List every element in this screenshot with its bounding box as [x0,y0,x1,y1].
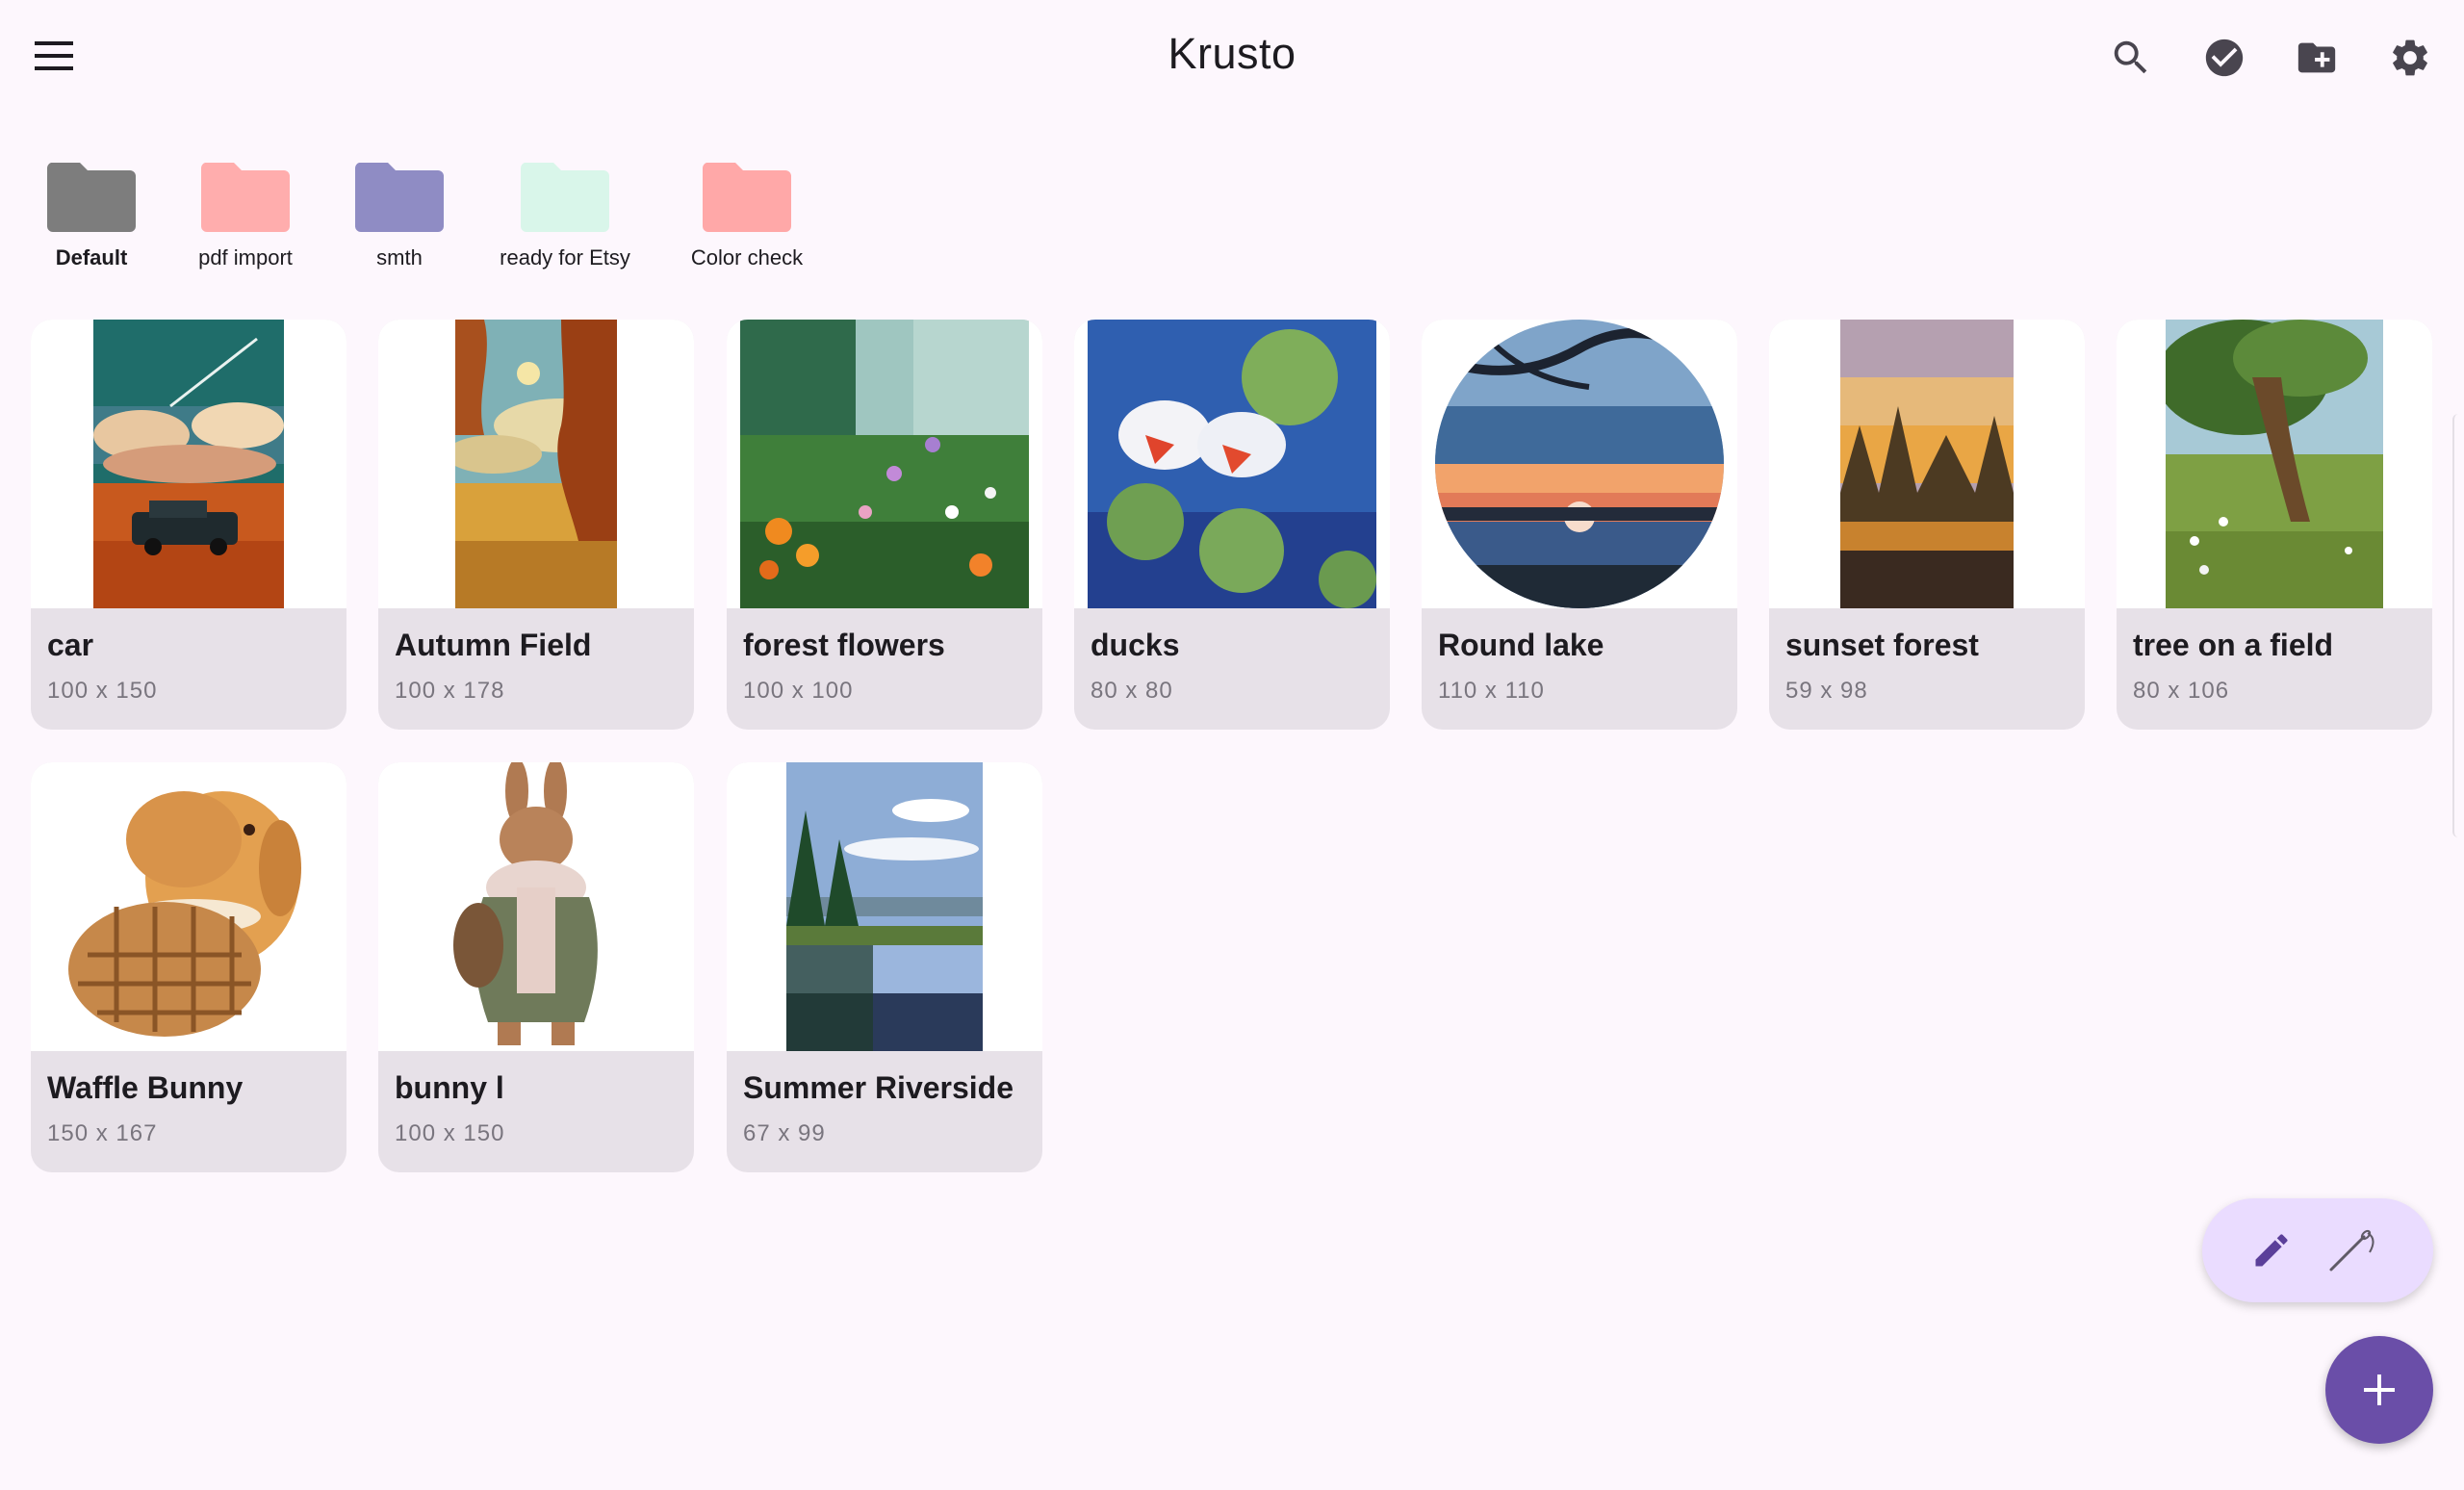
bunny-l-pattern-image [440,762,632,1051]
pattern-card-tree-on-a-field[interactable]: tree on a field 80 x 106 [2117,320,2432,730]
sunset-forest-pattern-image [1840,320,2014,608]
create-folder-button[interactable] [2288,29,2346,87]
search-button[interactable] [2102,29,2160,87]
pattern-thumbnail [378,762,694,1051]
folder-label: Default [55,245,128,270]
folder-pdf-import[interactable]: pdf import [183,159,308,274]
pattern-size: 150 x 167 [47,1120,158,1146]
round-lake-pattern-image [1435,320,1724,608]
pattern-thumbnail [727,320,1042,608]
check-circle-icon [2205,39,2244,77]
forest-flowers-pattern-image [740,320,1029,608]
pattern-thumbnail [1769,320,2085,608]
pattern-thumbnail [1422,320,1737,608]
pattern-thumbnail [378,320,694,608]
edit-mode-button[interactable] [2243,1221,2300,1279]
pattern-name: ducks [1091,628,1180,662]
car-pattern-image [93,320,284,608]
pattern-card-round-lake[interactable]: Round lake 110 x 110 [1422,320,1737,730]
pattern-name: bunny l [395,1070,504,1105]
pattern-name: forest flowers [743,628,945,662]
stitch-mode-button[interactable] [2322,1221,2379,1279]
select-button[interactable] [2195,29,2253,87]
pattern-size: 67 x 99 [743,1120,826,1146]
folder-smth[interactable]: smth [337,159,462,274]
folder-color-check[interactable]: Color check [680,159,814,274]
folder-default[interactable]: Default [29,159,154,274]
folder-icon [702,163,791,232]
pattern-card-forest-flowers[interactable]: forest flowers 100 x 100 [727,320,1042,730]
folder-label: ready for Etsy [500,245,630,270]
pattern-card-car[interactable]: car 100 x 150 [31,320,346,730]
pattern-size: 100 x 150 [395,1120,505,1146]
pattern-card-summer-riverside[interactable]: Summer Riverside 67 x 99 [727,762,1042,1172]
pattern-size: 100 x 150 [47,678,158,704]
add-pattern-button[interactable] [2325,1336,2433,1444]
folder-ready-for-etsy[interactable]: ready for Etsy [493,159,637,274]
pattern-name: Round lake [1438,628,1604,662]
pattern-thumbnail [31,762,346,1051]
scroll-edge [2452,414,2464,837]
folder-label: Color check [690,245,804,270]
pattern-thumbnail [31,320,346,608]
ducks-pattern-image [1088,320,1376,608]
pattern-size: 100 x 100 [743,678,854,704]
folder-icon [520,163,609,232]
app-title: Krusto [1168,29,1296,78]
pattern-card-autumn-field[interactable]: Autumn Field 100 x 178 [378,320,694,730]
folder-icon [46,163,136,232]
summer-riverside-pattern-image [786,762,983,1051]
pattern-thumbnail [1074,320,1390,608]
pattern-card-ducks[interactable]: ducks 80 x 80 [1074,320,1390,730]
folder-icon [354,163,444,232]
tree-on-a-field-pattern-image [2166,320,2383,608]
top-app-bar: Krusto [0,0,2464,116]
pattern-name: tree on a field [2133,628,2334,662]
pattern-card-waffle-bunny[interactable]: Waffle Bunny 150 x 167 [31,762,346,1172]
folder-label: smth [376,245,423,270]
pattern-size: 80 x 106 [2133,678,2230,704]
folder-icon [200,163,290,232]
pattern-card-bunny-l[interactable]: bunny l 100 x 150 [378,762,694,1172]
pattern-thumbnail [727,762,1042,1051]
needle-icon [2329,1229,2374,1272]
pattern-name: car [47,628,94,662]
settings-button[interactable] [2381,29,2439,87]
pencil-icon [2255,1234,2288,1267]
plus-icon [2364,1374,2395,1405]
waffle-bunny-pattern-image [59,762,319,1051]
pattern-name: Waffle Bunny [47,1070,244,1105]
pattern-name: Autumn Field [395,628,592,662]
pattern-thumbnail [2117,320,2432,608]
pattern-name: Summer Riverside [743,1070,1014,1105]
pattern-card-sunset-forest[interactable]: sunset forest 59 x 98 [1769,320,2085,730]
tool-toggle-pill [2202,1198,2433,1302]
pattern-size: 59 x 98 [1785,678,1868,704]
pattern-size: 100 x 178 [395,678,505,704]
pattern-name: sunset forest [1785,628,1979,662]
folder-label: pdf import [198,245,293,270]
autumn-field-pattern-image [455,320,617,608]
search-icon [2114,40,2147,74]
pattern-size: 80 x 80 [1091,678,1173,704]
gear-icon [2393,39,2427,76]
pattern-size: 110 x 110 [1438,678,1545,704]
create-folder-icon [2297,42,2336,73]
